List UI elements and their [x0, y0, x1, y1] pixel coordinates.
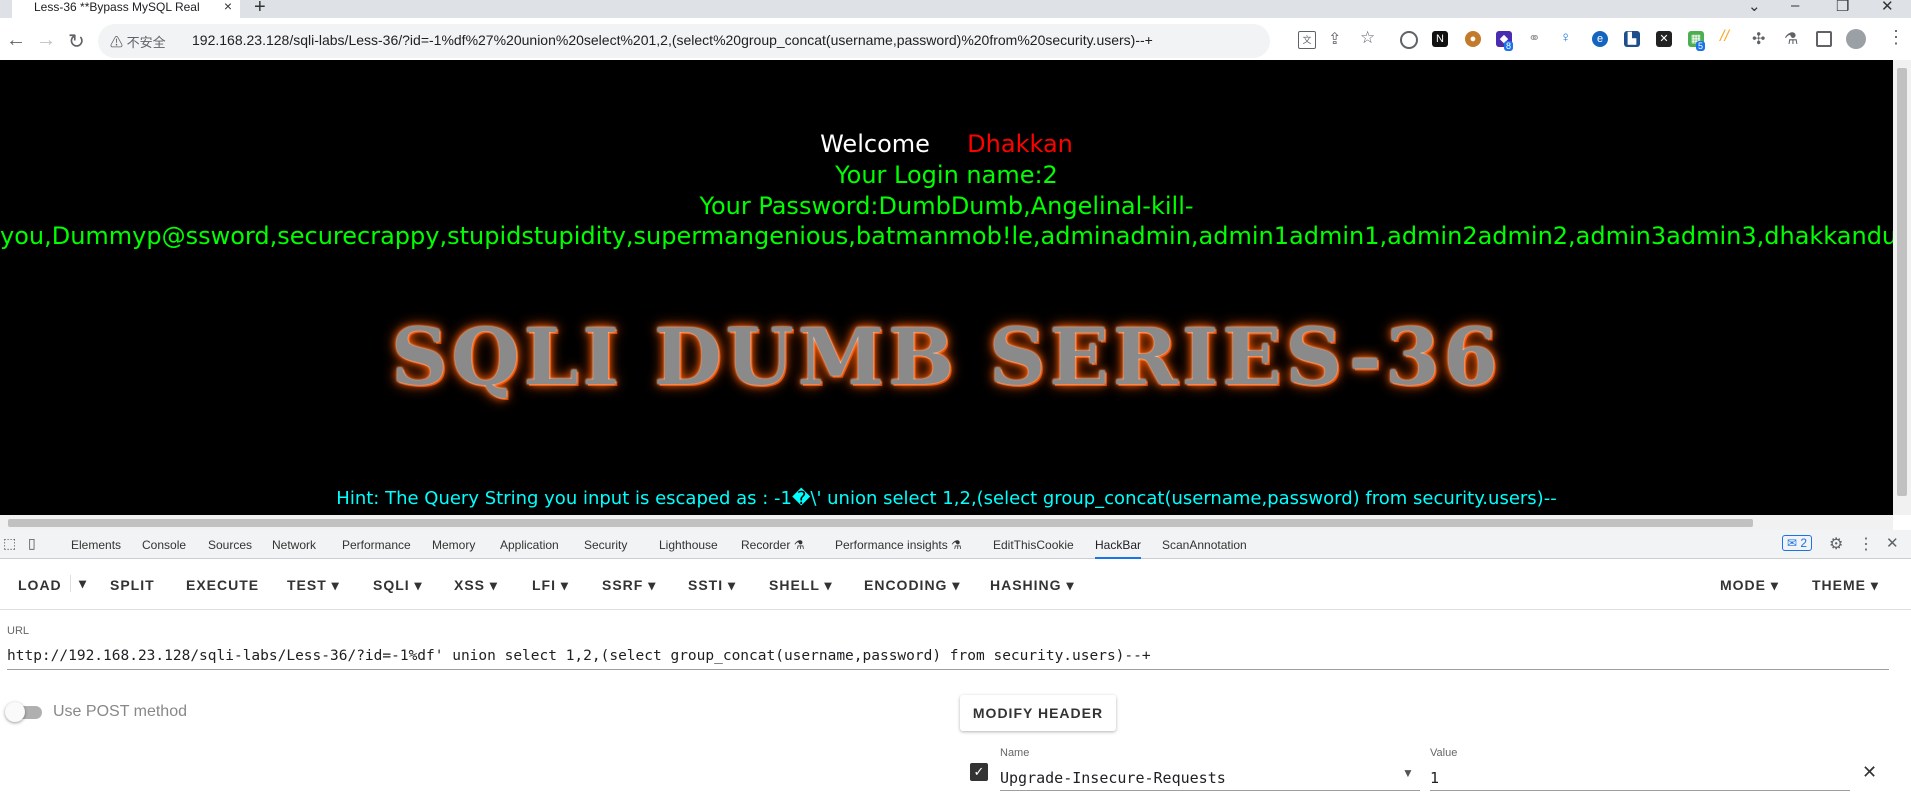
browser-tab[interactable]: Less-36 **Bypass MySQL Real ×	[12, 0, 240, 18]
load-button[interactable]: LOAD	[18, 577, 62, 593]
header-name-dropdown-icon[interactable]: ▼	[1402, 766, 1414, 780]
reload-button[interactable]: ↻	[68, 29, 85, 54]
extensions-puzzle-icon[interactable]: ✣	[1752, 29, 1765, 49]
tab-close-icon[interactable]: ×	[224, 0, 232, 13]
extension-circle-icon[interactable]	[1400, 31, 1418, 49]
encoding-menu[interactable]: ENCODING ▾	[864, 577, 960, 594]
header-name-label: Name	[1000, 747, 1030, 759]
translate-icon[interactable]: 文	[1298, 31, 1316, 49]
extension-chart-icon[interactable]: ▙	[1624, 31, 1640, 47]
post-method-toggle-knob[interactable]	[5, 702, 25, 722]
welcome-user: Dhakkan	[967, 130, 1073, 158]
url-field-underline	[7, 669, 1889, 670]
xss-menu[interactable]: XSS ▾	[454, 577, 498, 594]
extension-slash-icon[interactable]: //	[1720, 28, 1729, 46]
extension-badge: 8	[1504, 41, 1514, 51]
url-text[interactable]: 192.168.23.128/sqli-labs/Less-36/?id=-1%…	[192, 32, 1252, 48]
devtools-tab-performance[interactable]: Performance	[342, 538, 411, 552]
devtools-tab-security[interactable]: Security	[584, 538, 627, 552]
modify-header-button[interactable]: MODIFY HEADER	[960, 695, 1116, 731]
url-field-label: URL	[7, 625, 30, 637]
devtools-tab-hackbar[interactable]: HackBar	[1095, 538, 1142, 559]
header-value-underline	[1430, 790, 1850, 791]
maximize-button[interactable]: ❐	[1836, 0, 1849, 15]
side-panel-icon[interactable]	[1816, 31, 1832, 47]
devtools-tab-application[interactable]: Application	[500, 538, 559, 552]
devtools-tab-performance-insights[interactable]: Performance insights ⚗	[835, 538, 962, 552]
devtools-tab-lighthouse[interactable]: Lighthouse	[659, 538, 718, 552]
welcome-row: Welcome Dhakkan	[0, 130, 1893, 158]
header-name-field[interactable]: Upgrade-Insecure-Requests	[1000, 769, 1226, 787]
horizontal-scroll-thumb[interactable]	[8, 519, 1753, 527]
extension-badge-2: 5	[1696, 41, 1706, 51]
share-icon[interactable]: ⇪	[1328, 29, 1341, 49]
devtools-tab-console[interactable]: Console	[142, 538, 186, 552]
issues-count: 2	[1800, 536, 1808, 550]
devtools-tab-recorder[interactable]: Recorder ⚗	[741, 538, 804, 552]
shell-menu[interactable]: SHELL ▾	[769, 577, 833, 594]
mode-menu[interactable]: MODE ▾	[1720, 577, 1779, 594]
tab-search-icon[interactable]: ⌄	[1748, 0, 1761, 15]
issues-badge[interactable]: ✉ 2	[1782, 535, 1813, 551]
split-button[interactable]: SPLIT	[110, 577, 155, 593]
devtools-tab-sources[interactable]: Sources	[208, 538, 252, 552]
execute-button[interactable]: EXECUTE	[186, 577, 259, 593]
extension-n-icon[interactable]: N	[1432, 31, 1448, 47]
login-name-line: Your Login name:2	[835, 161, 1058, 189]
forward-button[interactable]: →	[36, 29, 56, 52]
theme-menu[interactable]: THEME ▾	[1812, 577, 1879, 594]
url-field[interactable]: http://192.168.23.128/sqli-labs/Less-36/…	[7, 648, 1151, 664]
extension-x-icon[interactable]: ✕	[1656, 31, 1672, 47]
devtools-tab-network[interactable]: Network	[272, 538, 316, 552]
devtools-menu-icon[interactable]: ⋮	[1858, 534, 1874, 554]
header-name-underline	[1000, 790, 1420, 791]
tab-title: Less-36 **Bypass MySQL Real	[34, 0, 200, 14]
password-line-2: you,Dummyp@ssword,securecrappy,stupidstu…	[0, 222, 1893, 250]
header-value-field[interactable]: 1	[1430, 769, 1439, 787]
extension-e-icon[interactable]: e	[1592, 31, 1608, 47]
devtools-tab-editthiscookie[interactable]: EditThisCookie	[993, 538, 1074, 552]
welcome-label: Welcome	[820, 130, 930, 158]
remove-header-icon[interactable]: ✕	[1862, 762, 1877, 783]
test-menu[interactable]: TEST ▾	[287, 577, 340, 594]
lfi-menu[interactable]: LFI ▾	[532, 577, 569, 594]
ssti-menu[interactable]: SSTI ▾	[688, 577, 736, 594]
bookmark-star-icon[interactable]: ☆	[1360, 28, 1375, 48]
devtools-tab-scanannotation[interactable]: ScanAnnotation	[1162, 538, 1247, 552]
close-window-button[interactable]: ✕	[1881, 0, 1894, 15]
post-method-label: Use POST method	[53, 703, 187, 720]
back-button[interactable]: ←	[6, 29, 26, 52]
password-line-1: Your Password:DumbDumb,Angelinal-kill-	[699, 192, 1194, 220]
security-indicator[interactable]: ⚠ 不安全	[110, 32, 166, 51]
hashing-menu[interactable]: HASHING ▾	[990, 577, 1074, 594]
devtools-tab-memory[interactable]: Memory	[432, 538, 475, 552]
tab-strip	[0, 0, 1911, 18]
load-dropdown-icon[interactable]: ▾	[70, 575, 87, 592]
sqli-menu[interactable]: SQLI ▾	[373, 577, 423, 594]
series-banner: SQLI DUMB SERIES-36	[391, 312, 1502, 403]
cookie-icon[interactable]: ●	[1465, 31, 1481, 47]
header-enabled-checkbox[interactable]: ✓	[970, 763, 988, 781]
browser-menu-icon[interactable]: ⋮	[1887, 27, 1905, 48]
vertical-scroll-thumb[interactable]	[1897, 68, 1907, 496]
flask-icon[interactable]: ⚗	[1784, 29, 1798, 49]
devtools-close-icon[interactable]: ✕	[1886, 534, 1899, 552]
devtools-tab-elements[interactable]: Elements	[71, 538, 121, 552]
issues-icon: ✉	[1787, 536, 1798, 550]
minimize-button[interactable]: –	[1791, 0, 1799, 14]
devtools-tabbar: ⬚ ▯ Elements Console Sources Network Per…	[0, 530, 1911, 559]
extension-link-icon[interactable]: ⚭	[1528, 29, 1541, 47]
ssrf-menu[interactable]: SSRF ▾	[602, 577, 656, 594]
device-toggle-icon[interactable]: ▯	[28, 535, 36, 552]
page-viewport: Welcome Dhakkan Your Login name:2 Your P…	[0, 60, 1893, 515]
new-tab-button[interactable]: +	[254, 0, 266, 19]
hint-text: Hint: The Query String you input is esca…	[336, 488, 1557, 509]
devtools-settings-icon[interactable]: ⚙	[1829, 534, 1843, 554]
inspect-element-icon[interactable]: ⬚	[3, 535, 16, 552]
header-value-label: Value	[1430, 747, 1458, 759]
profile-avatar[interactable]	[1846, 29, 1866, 49]
extension-key-icon[interactable]: ♀	[1560, 29, 1571, 46]
